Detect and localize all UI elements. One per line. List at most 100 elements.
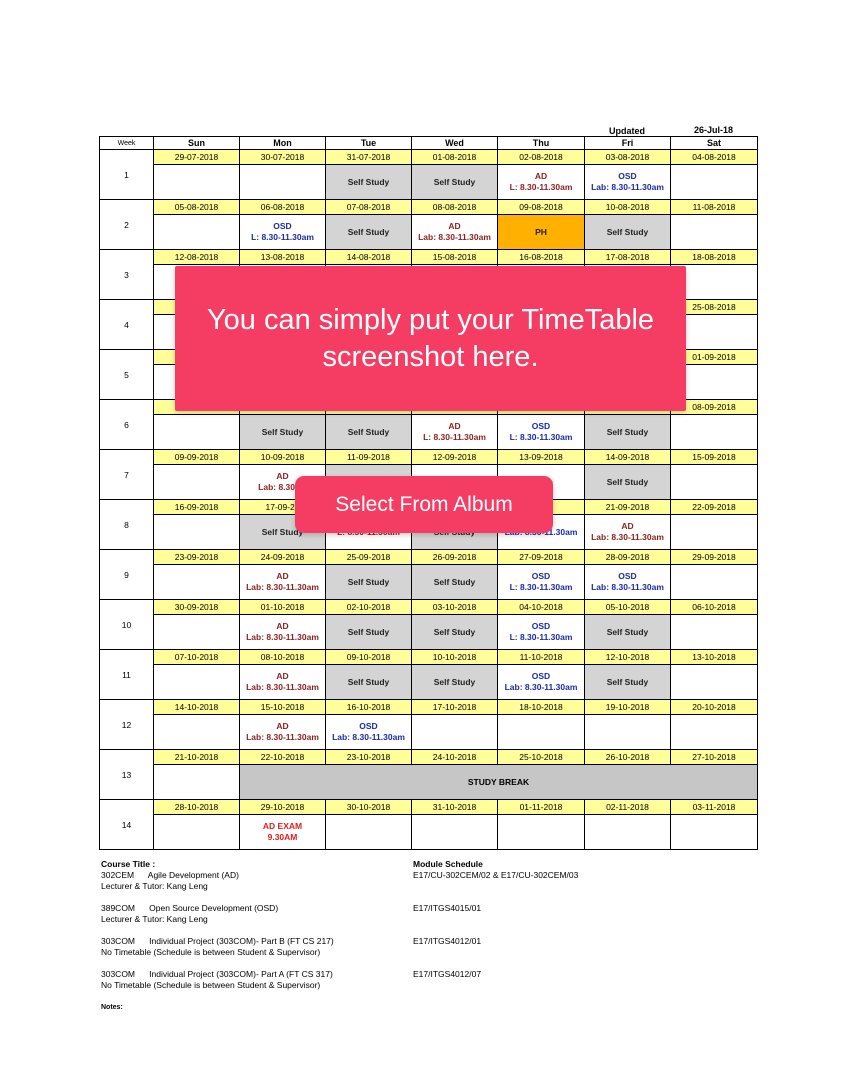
activity-cell-sat xyxy=(670,414,758,450)
activity-cell-sat xyxy=(670,464,758,500)
date-cell-fri: 10-08-2018 xyxy=(584,199,671,215)
activity-cell-sun xyxy=(153,514,240,550)
session-title: Self Study xyxy=(347,426,390,437)
week-number: 3 xyxy=(99,249,154,300)
activity-row: AD Lab: 8.30-11.30am OSD Lab: 8.30-11.30am xyxy=(100,714,758,750)
date-cell-sat: 06-10-2018 xyxy=(670,599,758,615)
date-row: 3 12-08-2018 13-08-2018 14-08-2018 15-08-201… xyxy=(99,249,758,300)
date-row: 10 30-09-2018 01-10-2018 02-10-2018 03-10-20… xyxy=(99,599,758,650)
date-cell-sun: 28-10-2018 xyxy=(153,799,240,815)
date-cell-thu: 25-10-2018 xyxy=(497,749,585,765)
date-cell-thu: 16-08-2018 xyxy=(497,249,585,265)
activity-cell-sat xyxy=(670,214,758,250)
session-title: OSD xyxy=(531,621,551,631)
session-time: Lab: 8.30-11.30am xyxy=(418,232,491,242)
activity-row: Self Study Self Study AD L: 8.30-11.30am OSD… xyxy=(100,414,758,450)
course-schedule: E17/ITGS4012/01 xyxy=(413,936,482,946)
course-lecturer: Lecturer & Tutor: Kang Leng xyxy=(101,914,208,924)
date-cell-sat: 13-10-2018 xyxy=(670,649,758,665)
updated-row: Updated 26-Jul-18 xyxy=(99,125,757,136)
activity-cell-mon: Self Study xyxy=(239,414,326,450)
session-time: Lab: 8.30-11.30am xyxy=(246,632,319,642)
activity-cell-tue: Self Study xyxy=(325,214,412,250)
session-time: Lab: 8.30-11.30am xyxy=(504,682,578,692)
activity-cell-wed: Self Study xyxy=(411,614,498,650)
week-number: 1 xyxy=(99,149,154,200)
week-number: 12 xyxy=(99,699,154,750)
course-line: 389COM Open Source Development (OSD) xyxy=(101,903,279,913)
activity-cell-mon: AD EXAM 9.30AM xyxy=(239,814,326,850)
session-title: OSD xyxy=(618,171,637,181)
date-cell-sun: 14-10-2018 xyxy=(153,699,240,715)
activity-row: STUDY BREAK xyxy=(100,764,758,800)
course-entry: 303COM Individual Project (303COM)- Part… xyxy=(101,969,701,991)
activity-cell-tue: Self Study xyxy=(325,164,412,200)
header-mon: Mon xyxy=(239,136,326,150)
activity-cell-mon: AD Lab: 8.30-11.30am xyxy=(239,664,326,700)
date-cell-fri: 03-08-2018 xyxy=(584,149,671,165)
session-title: OSD xyxy=(531,671,551,681)
header-tue: Tue xyxy=(325,136,412,150)
activity-cell-sat xyxy=(670,714,758,750)
header-thu: Thu xyxy=(497,136,585,150)
header-week: Week xyxy=(99,136,154,150)
activity-cell-sun xyxy=(153,814,240,850)
activity-cell-tue: Self Study xyxy=(325,664,412,700)
session-time: Lab: 8.30-11.30am xyxy=(591,182,664,192)
date-cell-fri: 28-09-2018 xyxy=(584,549,671,565)
activity-cell-thu: OSD L: 8.30-11.30am xyxy=(497,414,585,450)
header-sun: Sun xyxy=(153,136,240,150)
date-cell-tue: 16-10-2018 xyxy=(325,699,412,715)
date-cell-sun: 07-10-2018 xyxy=(153,649,240,665)
date-cell-wed: 10-10-2018 xyxy=(411,649,498,665)
date-cell-sun: 23-09-2018 xyxy=(153,549,240,565)
date-row: 7 09-09-2018 10-09-2018 11-09-2018 12-09-201… xyxy=(99,449,758,500)
week-number: 8 xyxy=(99,499,154,550)
week-number: 7 xyxy=(99,449,154,500)
date-cell-mon: 22-10-2018 xyxy=(239,749,326,765)
date-cell-tue: 14-08-2018 xyxy=(325,249,412,265)
date-cell-fri: 02-11-2018 xyxy=(584,799,671,815)
activity-cell-sun xyxy=(153,614,240,650)
date-row: 2 05-08-2018 06-08-2018 07-08-2018 08-08-201… xyxy=(99,199,758,250)
activity-cell-sun xyxy=(153,164,240,200)
date-cell-fri: 21-09-2018 xyxy=(584,499,671,515)
date-cell-wed: 17-10-2018 xyxy=(411,699,498,715)
activity-cell-sun xyxy=(153,714,240,750)
activity-cell-fri xyxy=(584,714,671,750)
activity-cell-tue: Self Study xyxy=(325,414,412,450)
activity-cell-thu: PH xyxy=(497,214,585,250)
date-cell-sun: 12-08-2018 xyxy=(153,249,240,265)
select-from-album-button[interactable]: Select From Album xyxy=(295,476,553,533)
updated-date: 26-Jul-18 xyxy=(694,125,734,135)
course-footer: Course Title : Module Schedule 302CEM Ag… xyxy=(101,859,701,1013)
date-cell-tue: 02-10-2018 xyxy=(325,599,412,615)
header-sat: Sat xyxy=(670,136,758,150)
session-title: AD xyxy=(276,571,289,581)
session-time: Lab: 8.30-11.30am xyxy=(591,532,664,542)
activity-cell-fri: Self Study xyxy=(584,414,671,450)
activity-row: Self Study Self Study AD L: 8.30-11.30am OSD… xyxy=(100,164,758,200)
session-time: Lab: 8.30-11.30am xyxy=(332,732,405,742)
course-line: 303COM Individual Project (303COM)- Part… xyxy=(101,936,334,946)
activity-cell-sun xyxy=(153,214,240,250)
activity-row: OSD L: 8.30-11.30am Self Study AD Lab: 8.30-… xyxy=(100,214,758,250)
activity-cell-wed xyxy=(411,814,498,850)
course-schedule: E17/ITGS4012/07 xyxy=(413,969,482,979)
activity-cell-tue: Self Study xyxy=(325,564,412,600)
week-number: 14 xyxy=(99,799,154,850)
activity-cell-fri: Self Study xyxy=(584,664,671,700)
date-cell-sat: 03-11-2018 xyxy=(670,799,758,815)
session-title: Self Study xyxy=(433,676,476,687)
date-cell-sun: 09-09-2018 xyxy=(153,449,240,465)
date-cell-mon: 06-08-2018 xyxy=(239,199,326,215)
activity-cell-mon: AD Lab: 8.30-11.30am xyxy=(239,614,326,650)
session-title: Self Study xyxy=(606,426,649,437)
course-lecturer: Lecturer & Tutor: Kang Leng xyxy=(101,881,208,891)
activity-cell-sun xyxy=(153,764,240,800)
activity-cell-sat xyxy=(670,164,758,200)
date-cell-sat: 29-09-2018 xyxy=(670,549,758,565)
date-row: 12 14-10-2018 15-10-2018 16-10-2018 17-10-20… xyxy=(99,699,758,750)
footer-heading-row: Course Title : Module Schedule xyxy=(101,859,701,870)
week-number: 9 xyxy=(99,549,154,600)
